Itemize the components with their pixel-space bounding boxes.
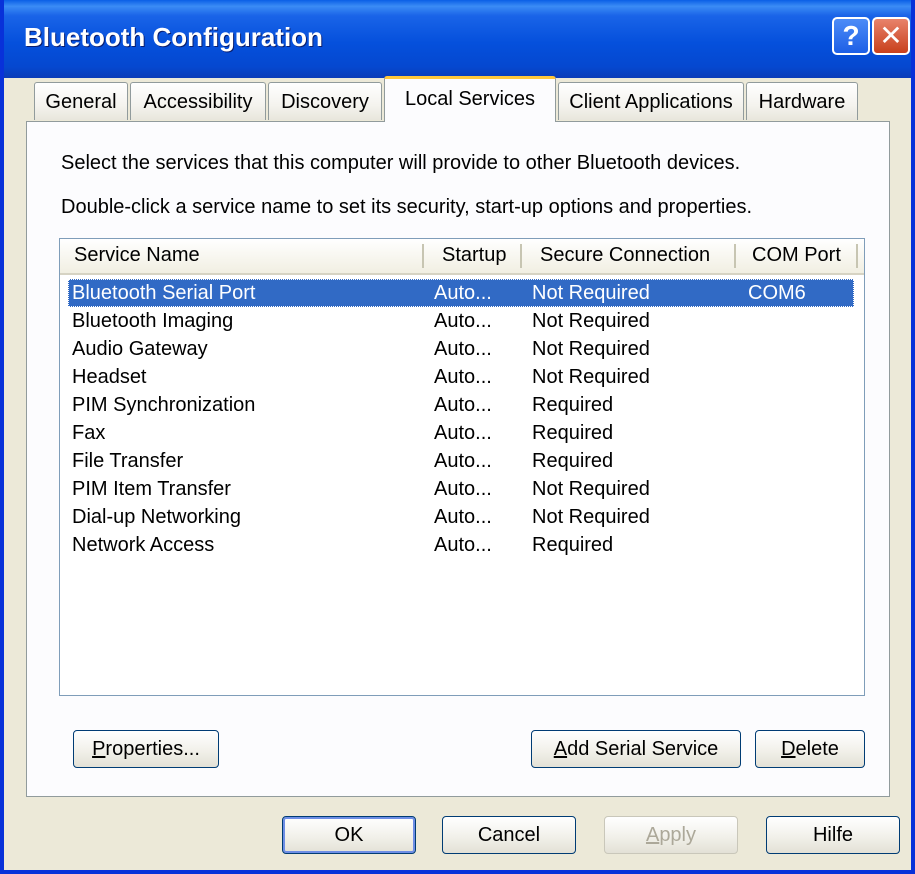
services-list[interactable]: Service Name Startup Secure Connection C… bbox=[59, 238, 865, 696]
ok-button[interactable]: OK bbox=[282, 816, 416, 854]
add-serial-service-button[interactable]: Add Serial Service bbox=[531, 730, 741, 768]
cell-startup: Auto... bbox=[434, 534, 492, 556]
delete-button[interactable]: Delete bbox=[755, 730, 865, 768]
tab-hardware[interactable]: Hardware bbox=[746, 82, 858, 120]
cell-service-name: Dial-up Networking bbox=[72, 506, 241, 528]
cell-service-name: Fax bbox=[72, 422, 106, 444]
help-button[interactable]: Hilfe bbox=[766, 816, 900, 854]
cell-secure-connection: Not Required bbox=[532, 366, 650, 388]
tab-accessibility[interactable]: Accessibility bbox=[130, 82, 266, 120]
cell-service-name: Bluetooth Imaging bbox=[72, 310, 234, 332]
column-header-startup[interactable]: Startup bbox=[442, 239, 506, 271]
cell-secure-connection: Required bbox=[532, 534, 614, 556]
column-header-service-name[interactable]: Service Name bbox=[74, 239, 200, 271]
table-row[interactable]: PIM Synchronization Auto... Required bbox=[68, 391, 854, 419]
description-line-1: Select the services that this computer w… bbox=[61, 152, 741, 174]
column-divider[interactable] bbox=[734, 244, 736, 268]
list-header: Service Name Startup Secure Connection C… bbox=[60, 239, 864, 275]
column-divider[interactable] bbox=[520, 244, 522, 268]
cell-secure-connection: Required bbox=[532, 422, 614, 444]
table-row[interactable]: Fax Auto... Required bbox=[68, 419, 854, 447]
cell-startup: Auto... bbox=[434, 478, 492, 500]
table-row[interactable]: Bluetooth Imaging Auto... Not Required bbox=[68, 307, 854, 335]
bluetooth-configuration-window: Bluetooth Configuration ? ✕ General Acce… bbox=[0, 0, 915, 874]
cell-secure-connection: Not Required bbox=[532, 282, 650, 304]
cell-service-name: Network Access bbox=[72, 534, 215, 556]
title-bar[interactable]: Bluetooth Configuration ? ✕ bbox=[4, 0, 911, 78]
window-title: Bluetooth Configuration bbox=[24, 22, 323, 52]
cell-secure-connection: Required bbox=[532, 450, 614, 472]
tab-local-services[interactable]: Local Services bbox=[384, 76, 556, 122]
cell-secure-connection: Not Required bbox=[532, 338, 650, 360]
cell-service-name: PIM Item Transfer bbox=[72, 478, 231, 500]
table-row[interactable]: File Transfer Auto... Required bbox=[68, 447, 854, 475]
cell-secure-connection: Required bbox=[532, 394, 614, 416]
tab-general[interactable]: General bbox=[34, 82, 128, 120]
table-row[interactable]: Bluetooth Serial Port Auto... Not Required… bbox=[68, 279, 854, 307]
local-services-panel: Select the services that this computer w… bbox=[26, 121, 890, 797]
cell-service-name: File Transfer bbox=[72, 450, 184, 472]
cell-service-name: Audio Gateway bbox=[72, 338, 208, 360]
properties-button[interactable]: Properties... bbox=[73, 730, 219, 768]
table-row[interactable]: Dial-up Networking Auto... Not Required bbox=[68, 503, 854, 531]
cell-service-name: Bluetooth Serial Port bbox=[72, 282, 256, 304]
column-divider[interactable] bbox=[422, 244, 424, 268]
cell-startup: Auto... bbox=[434, 366, 492, 388]
cell-service-name: PIM Synchronization bbox=[72, 394, 256, 416]
cell-secure-connection: Not Required bbox=[532, 310, 650, 332]
column-header-com-port[interactable]: COM Port bbox=[752, 239, 841, 271]
table-row[interactable]: Headset Auto... Not Required bbox=[68, 363, 854, 391]
cancel-button[interactable]: Cancel bbox=[442, 816, 576, 854]
cell-com-port: COM6 bbox=[748, 282, 806, 304]
cell-secure-connection: Not Required bbox=[532, 506, 650, 528]
tab-discovery[interactable]: Discovery bbox=[268, 82, 382, 120]
apply-button[interactable]: Apply bbox=[604, 816, 738, 854]
cell-startup: Auto... bbox=[434, 282, 492, 304]
cell-service-name: Headset bbox=[72, 366, 147, 388]
cell-startup: Auto... bbox=[434, 338, 492, 360]
column-divider[interactable] bbox=[856, 244, 858, 268]
description-line-2: Double-click a service name to set its s… bbox=[61, 196, 753, 218]
tab-client-applications[interactable]: Client Applications bbox=[558, 82, 744, 120]
cell-startup: Auto... bbox=[434, 450, 492, 472]
cell-startup: Auto... bbox=[434, 394, 492, 416]
cell-startup: Auto... bbox=[434, 310, 492, 332]
help-icon[interactable]: ? bbox=[832, 17, 870, 55]
cell-secure-connection: Not Required bbox=[532, 478, 650, 500]
table-row[interactable]: Network Access Auto... Required bbox=[68, 531, 854, 559]
cell-startup: Auto... bbox=[434, 422, 492, 444]
column-header-secure-connection[interactable]: Secure Connection bbox=[540, 239, 710, 271]
table-row[interactable]: Audio Gateway Auto... Not Required bbox=[68, 335, 854, 363]
table-row[interactable]: PIM Item Transfer Auto... Not Required bbox=[68, 475, 854, 503]
cell-startup: Auto... bbox=[434, 506, 492, 528]
close-icon[interactable]: ✕ bbox=[872, 17, 910, 55]
